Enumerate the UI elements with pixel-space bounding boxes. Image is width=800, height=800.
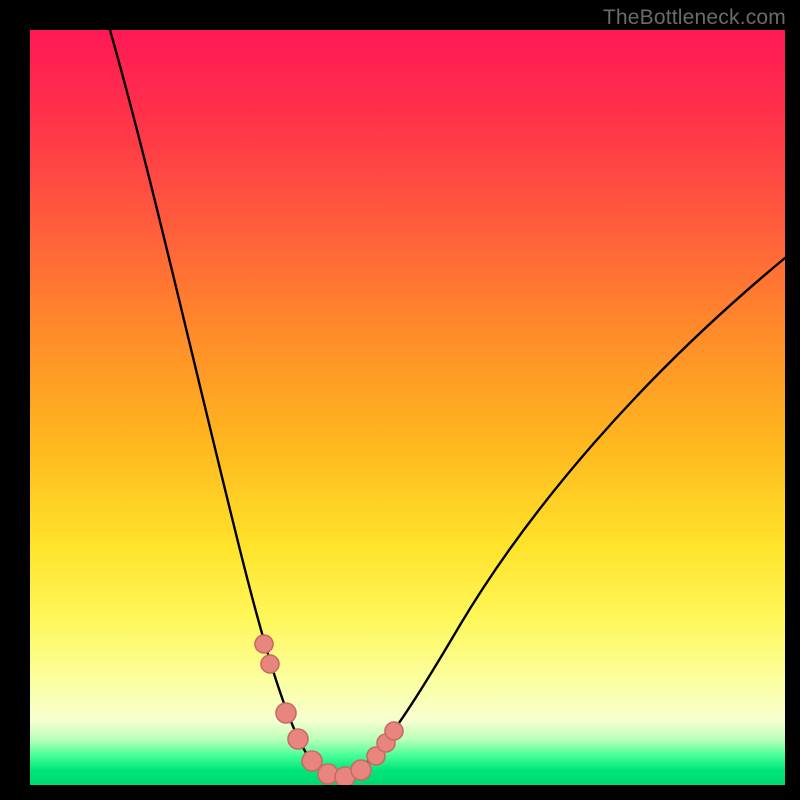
- plot-area: [30, 30, 785, 785]
- chart-frame: TheBottleneck.com: [0, 0, 800, 800]
- watermark-text: TheBottleneck.com: [603, 6, 786, 30]
